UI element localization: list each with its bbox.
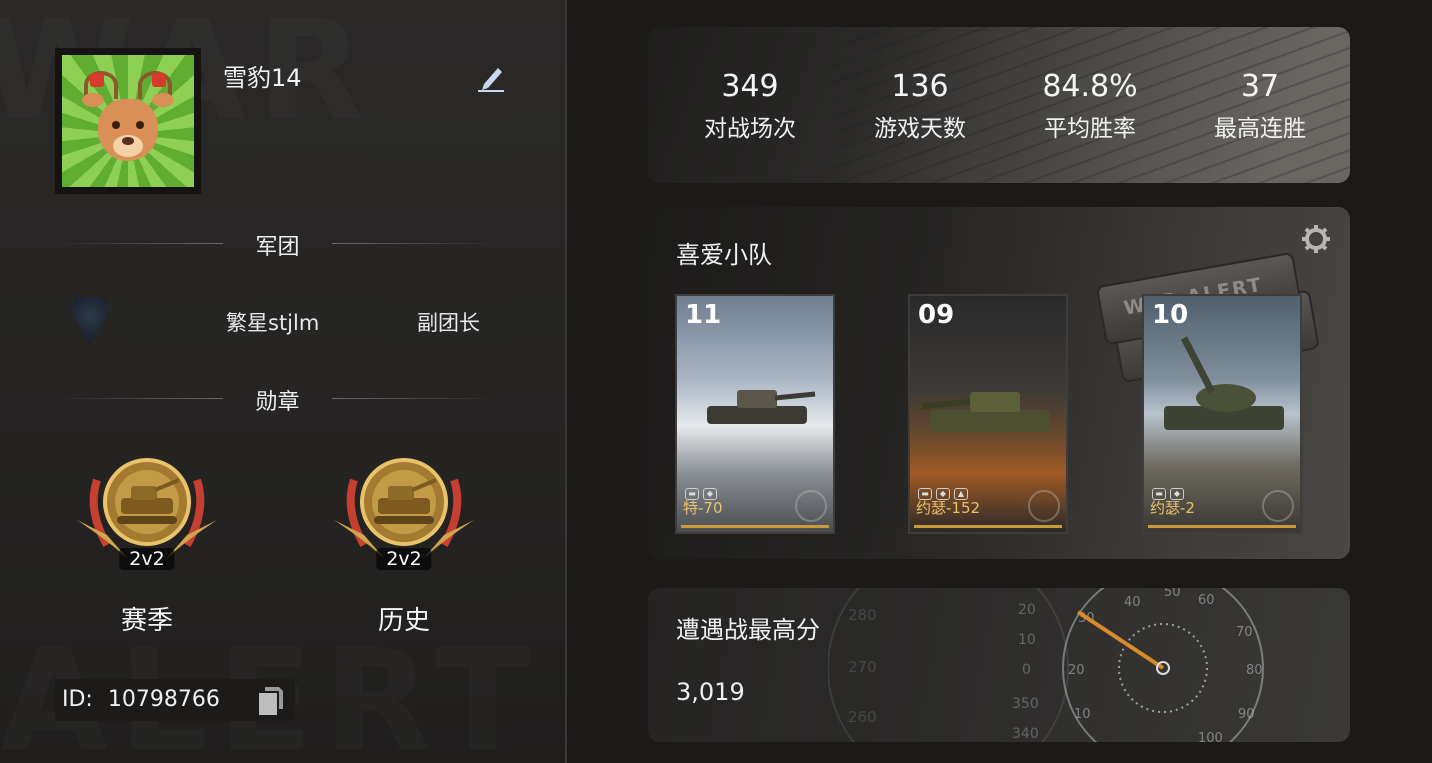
tank-card-2[interactable]: 09 ▬ ◆ ▲ 约瑟-152 (908, 294, 1068, 534)
player-id-box: ID: 10798766 (55, 679, 295, 721)
gauge-scale-label: 100 (1198, 731, 1223, 742)
compass-inner-scale-label: 340 (1012, 726, 1039, 742)
player-id: ID: 10798766 (62, 687, 220, 712)
medal-mode-tag: 2v2 (119, 548, 175, 570)
compass-inner-scale-label: 0 (1022, 662, 1031, 678)
gauge-scale-label: 10 (1074, 707, 1091, 722)
avatar[interactable] (62, 55, 194, 187)
medal-history[interactable]: 2v2 历史 (324, 440, 484, 640)
legion-section-title: 军团 (255, 235, 300, 260)
medal-mode-tag: 2v2 (376, 548, 432, 570)
compass-inner-scale-label: 20 (1018, 602, 1036, 618)
stat-days: 136 游戏天数 (850, 67, 990, 143)
tank-name: 特-70 (683, 499, 723, 517)
stat-value: 136 (891, 69, 949, 104)
gauge-scale-label: 40 (1124, 595, 1141, 610)
tank-silhouette-icon (1164, 336, 1284, 430)
bow-right (152, 73, 166, 87)
tank-card-3[interactable]: 10 ▬ ◆ 约瑟-2 (1142, 294, 1302, 534)
stat-label: 对战场次 (704, 116, 796, 142)
stat-streak: 37 最高连胜 (1190, 67, 1330, 143)
gauge-scale-label: 50 (1164, 588, 1181, 600)
favorite-squad-card: WAR ALERT 喜爱小队 11 ▬◆ 特-70 (648, 207, 1350, 559)
nation-emblem-icon (1262, 490, 1294, 522)
encounter-score-value: 3,019 (676, 678, 745, 706)
edit-pen-icon[interactable] (474, 60, 508, 94)
gear-icon[interactable] (1300, 223, 1332, 255)
squad-title: 喜爱小队 (676, 241, 772, 269)
copy-id-button[interactable] (257, 685, 285, 717)
legion-emblem-icon[interactable] (71, 297, 109, 345)
username: 雪豹14 (223, 64, 302, 92)
medal-label: 历史 (377, 606, 430, 636)
stat-value: 37 (1240, 69, 1280, 104)
copy-icon[interactable] (257, 685, 285, 717)
avatar-frame[interactable] (55, 48, 201, 194)
stats-card: 349 对战场次 136 游戏天数 84.8% 平均胜率 37 最高连胜 (648, 27, 1350, 183)
gauge-scale-label: 70 (1236, 625, 1253, 640)
divider-line-right (332, 398, 500, 399)
legion-section-header: 军团 (55, 229, 500, 260)
stat-battles: 349 对战场次 (680, 67, 820, 143)
stat-value: 84.8% (1042, 69, 1138, 104)
tank-level: 09 (918, 300, 955, 330)
deer-ear-right (152, 93, 174, 107)
tank-level: 10 (1152, 300, 1189, 330)
tank-rarity-bar (1148, 525, 1296, 528)
edit-name-button[interactable] (474, 60, 508, 94)
legion-row[interactable]: 繁星stjlm 副团长 (55, 295, 500, 351)
tank-name: 约瑟-152 (916, 499, 981, 517)
stat-label: 平均胜率 (1044, 116, 1136, 142)
gauge-scale-label: 20 (1068, 663, 1085, 678)
compass-left-scale-label: 280 (848, 606, 877, 624)
compass-inner-scale-label: 350 (1012, 696, 1039, 712)
medal-section-header: 勋章 (55, 384, 500, 415)
divider-line-right (332, 243, 500, 244)
legion-name[interactable]: 繁星stjlm (226, 307, 319, 337)
encounter-score-title: 遭遇战最高分 (676, 616, 820, 644)
stat-value: 349 (721, 69, 779, 104)
deer-eye-left (112, 121, 120, 129)
compass-left-scale-label: 260 (848, 708, 877, 726)
gauge-scale-label: 80 (1246, 663, 1263, 678)
compass-gauge-decoration: 280 270 260 20 10 0 350 340 30 40 50 60 … (828, 588, 1264, 742)
medal-season[interactable]: 2v2 赛季 (67, 440, 227, 640)
gauge-scale-label: 90 (1238, 707, 1255, 722)
tank-card-1[interactable]: 11 ▬ ◆ 特-70 (675, 294, 835, 534)
compass-inner-scale-label: 10 (1018, 632, 1036, 648)
deer-nose (122, 137, 134, 145)
deer-ear-left (82, 93, 104, 107)
profile-panel: WAR ALERT 雪豹14 军团 (0, 0, 567, 763)
medal-label: 赛季 (120, 606, 173, 636)
compass-left-scale-label: 270 (848, 658, 877, 676)
bow-left (90, 73, 104, 87)
tank-silhouette-icon (921, 392, 1050, 432)
tank-rarity-bar (681, 525, 829, 528)
stat-winrate: 84.8% 平均胜率 (1020, 67, 1160, 143)
tank-rarity-bar (914, 525, 1062, 528)
deer-face (98, 99, 158, 161)
medal-section-title: 勋章 (255, 390, 300, 415)
nation-emblem-icon (795, 490, 827, 522)
encounter-score-card: 280 270 260 20 10 0 350 340 30 40 50 60 … (648, 588, 1350, 742)
player-id-value: 10798766 (107, 687, 220, 712)
tank-silhouette-icon (707, 390, 816, 424)
stat-label: 游戏天数 (874, 116, 966, 142)
tank-level: 11 (685, 300, 722, 330)
tank-name: 约瑟-2 (1150, 499, 1195, 517)
gauge-scale-label: 60 (1198, 593, 1215, 608)
squad-settings-button[interactable] (1300, 223, 1332, 255)
deer-eye-right (136, 121, 144, 129)
player-id-label: ID: (62, 687, 93, 712)
legion-role: 副团长 (417, 311, 480, 335)
nation-emblem-icon (1028, 490, 1060, 522)
stat-label: 最高连胜 (1214, 116, 1306, 142)
